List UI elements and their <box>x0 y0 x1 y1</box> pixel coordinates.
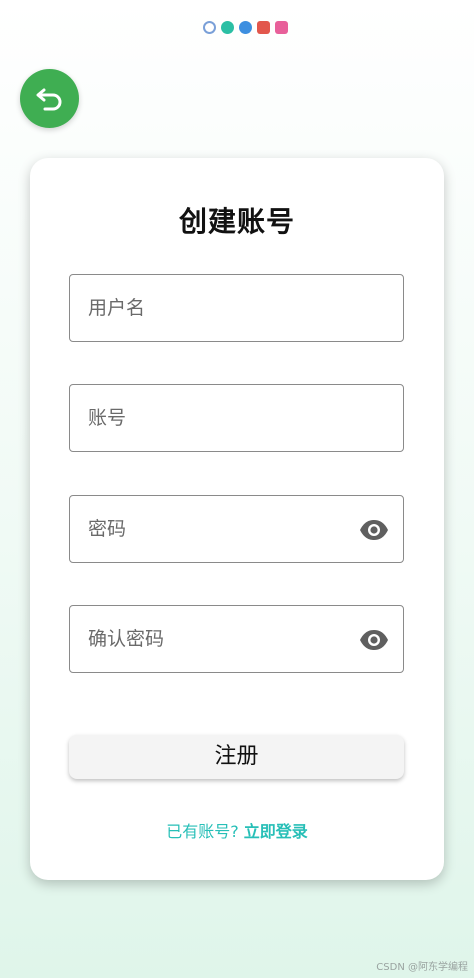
password-field[interactable] <box>69 495 404 563</box>
username-input[interactable] <box>88 275 348 341</box>
status-bar-icons <box>0 21 474 34</box>
account-field[interactable] <box>69 384 404 452</box>
notification-icon <box>202 21 216 34</box>
eye-icon[interactable] <box>359 628 389 652</box>
login-link[interactable]: 立即登录 <box>244 822 308 841</box>
username-field[interactable] <box>69 274 404 342</box>
eye-icon[interactable] <box>359 518 389 542</box>
notification-icon <box>238 21 252 34</box>
confirm-password-field[interactable] <box>69 605 404 673</box>
password-input[interactable] <box>88 496 348 562</box>
notification-icon <box>256 21 270 34</box>
watermark: CSDN @阿东学编程 <box>376 962 468 973</box>
register-card: 创建账号 注册 已有账号? 立即登录 <box>30 158 444 880</box>
notification-icon <box>220 21 234 34</box>
login-prompt-text: 已有账号? <box>166 822 244 841</box>
back-button[interactable] <box>20 69 79 128</box>
confirm-password-input[interactable] <box>88 606 348 672</box>
account-input[interactable] <box>88 385 348 451</box>
back-arrow-icon <box>36 88 61 110</box>
register-button[interactable]: 注册 <box>69 735 404 779</box>
page-title: 创建账号 <box>178 205 295 238</box>
login-prompt: 已有账号? 立即登录 <box>30 818 444 842</box>
notification-icon <box>274 21 288 34</box>
